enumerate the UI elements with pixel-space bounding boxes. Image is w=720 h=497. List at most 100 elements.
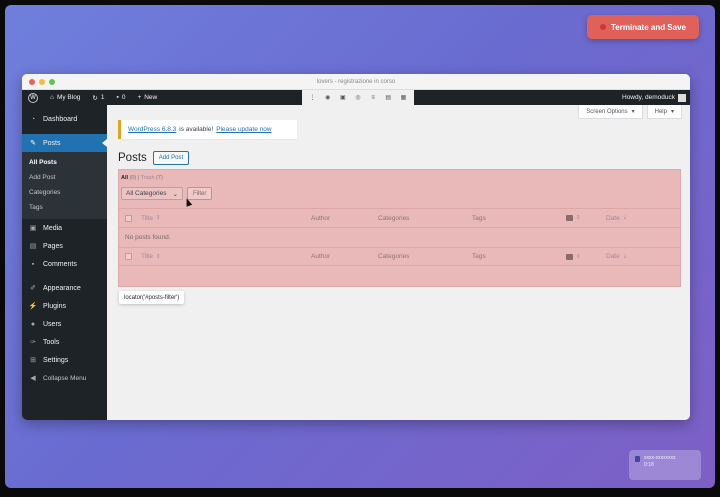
column-date-label: Date <box>606 253 620 260</box>
brush-icon: ✐ <box>30 285 36 292</box>
new-content-menu[interactable]: + New <box>131 90 163 105</box>
sidebar-item-tools[interactable]: ✑ Tools <box>22 333 107 351</box>
session-card: xxxx-xxxxxxxx 0:18 <box>629 450 701 480</box>
site-name-menu[interactable]: ⌂ My Blog <box>44 90 86 105</box>
settings-icon: ⊞ <box>30 357 36 364</box>
wp-admin-bar: W ⌂ My Blog ↻ 1 ▪ 0 + New ⋮ ◉ ▣ ◎ ≡ ▤ ▦ … <box>22 90 690 105</box>
update-now-link[interactable]: Please update now <box>216 126 271 133</box>
sort-icon: ⇕ <box>156 215 161 221</box>
tablenav-filters: All Categories ⌄ Filter <box>121 187 213 200</box>
add-post-button[interactable]: Add Post <box>152 151 190 165</box>
submenu-add-post[interactable]: Add Post <box>22 170 107 185</box>
sidebar-item-settings[interactable]: ⊞ Settings <box>22 351 107 369</box>
pick-locator-icon[interactable]: ▣ <box>339 94 346 101</box>
update-notice: WordPress 6.8.3 is available! Please upd… <box>118 120 297 139</box>
sidebar-item-label: Media <box>43 224 63 232</box>
column-title-header[interactable]: Title ⇕ <box>141 209 161 227</box>
window-title: lovers - registrazione in corso <box>316 78 396 85</box>
select-all-checkbox[interactable] <box>125 214 132 222</box>
sidebar-item-label: Appearance <box>43 284 81 292</box>
column-date-footer[interactable]: Date ⇣ <box>606 248 627 265</box>
collapse-menu-button[interactable]: ◀ Collapse Menu <box>22 369 107 387</box>
column-date-header[interactable]: Date ⇣ <box>606 209 627 227</box>
caret-down-icon: ▾ <box>670 109 674 115</box>
status-all-link[interactable]: All <box>121 175 128 181</box>
category-select-value: All Categories <box>126 190 167 197</box>
sidebar-item-label: Comments <box>43 260 77 268</box>
sort-icon: ⇕ <box>576 253 581 260</box>
table-empty-row: No posts found. <box>119 227 680 247</box>
background-stage: Terminate and Save xxxx-xxxxxxxx 0:18 lo… <box>5 5 715 488</box>
drag-handle-icon[interactable]: ⋮ <box>309 94 316 101</box>
page-title: Posts <box>118 152 147 164</box>
status-trash-link[interactable]: Trash <box>141 175 155 181</box>
sidebar-item-label: Dashboard <box>43 115 78 123</box>
column-comments-footer[interactable]: ⇕ <box>566 248 581 265</box>
wordpress-logo-icon: W <box>28 92 38 103</box>
help-label: Help <box>654 108 667 115</box>
site-name: My Blog <box>56 94 81 101</box>
avatar <box>678 93 686 102</box>
comments-menu[interactable]: ▪ 0 <box>111 90 132 105</box>
sidebar-item-comments[interactable]: ▪ Comments <box>22 255 107 273</box>
table-footer-row: Title ⇕ Author Categories Tags ⇕ Date ⇣ <box>119 247 680 266</box>
sidebar-item-label: Pages <box>43 242 63 250</box>
assert-value-icon[interactable]: ▤ <box>385 94 392 101</box>
screen-options-button[interactable]: Screen Options ▾ <box>578 105 643 119</box>
submenu-tags[interactable]: Tags <box>22 200 107 215</box>
sidebar-item-appearance[interactable]: ✐ Appearance <box>22 279 107 297</box>
submenu-all-posts[interactable]: All Posts <box>22 155 107 170</box>
wrench-icon: ✑ <box>30 339 36 346</box>
wp-logo-menu[interactable]: W <box>22 90 44 105</box>
status-trash-count: (7) <box>156 175 163 181</box>
sidebar-item-pages[interactable]: ▤ Pages <box>22 237 107 255</box>
eye-icon[interactable]: ◎ <box>354 94 361 101</box>
column-comments-header[interactable]: ⇕ <box>566 209 581 227</box>
column-categories-footer: Categories <box>378 253 410 260</box>
category-select[interactable]: All Categories ⌄ <box>121 187 183 200</box>
sidebar-item-plugins[interactable]: ⚡ Plugins <box>22 297 107 315</box>
plugin-icon: ⚡ <box>28 303 38 310</box>
pages-icon: ▤ <box>29 243 37 250</box>
sort-icon: ⇕ <box>156 253 161 260</box>
comments-icon: ▪ <box>31 260 35 268</box>
terminate-and-save-button[interactable]: Terminate and Save <box>587 15 699 39</box>
new-label: New <box>144 94 158 101</box>
sidebar-item-dashboard[interactable]: ◔ Dashboard <box>22 110 107 128</box>
column-title-footer[interactable]: Title ⇕ <box>141 248 161 265</box>
posts-submenu: All Posts Add Post Categories Tags <box>22 152 107 219</box>
session-time: 0:18 <box>644 462 654 468</box>
submenu-categories[interactable]: Categories <box>22 185 107 200</box>
updates-menu[interactable]: ↻ 1 <box>86 90 110 105</box>
updates-icon: ↻ <box>92 94 98 102</box>
media-icon: ▣ <box>29 225 37 232</box>
column-title-label: Title <box>141 253 154 260</box>
sidebar-item-label: Users <box>43 320 62 328</box>
assert-snapshot-icon[interactable]: ▦ <box>400 94 407 101</box>
pin-icon: ✎ <box>30 140 36 147</box>
sidebar-item-label: Tools <box>43 338 60 346</box>
sidebar-item-users[interactable]: ● Users <box>22 315 107 333</box>
account-menu[interactable]: Howdy, demoduck <box>622 90 686 105</box>
status-all-count: (0) <box>129 175 137 181</box>
page-heading: Posts Add Post <box>118 151 190 165</box>
filter-button[interactable]: Filter <box>187 187 213 200</box>
column-categories-header: Categories <box>378 214 410 222</box>
sidebar-item-posts[interactable]: ✎ Posts <box>22 134 107 152</box>
dashboard-icon: ◔ <box>30 115 36 123</box>
caret-down-icon: ▾ <box>631 109 635 115</box>
terminate-label: Terminate and Save <box>611 22 686 32</box>
select-all-checkbox-footer[interactable] <box>125 253 132 260</box>
comments-count: 0 <box>121 94 126 101</box>
sort-desc-icon: ⇣ <box>622 253 628 260</box>
record-target-icon[interactable]: ◉ <box>324 94 331 101</box>
wordpress-version-link[interactable]: WordPress 6.8.3 <box>128 126 176 133</box>
sort-desc-icon: ⇣ <box>622 215 628 221</box>
column-tags-footer: Tags <box>472 253 486 260</box>
howdy-text: Howdy, demoduck <box>622 94 675 101</box>
sidebar-item-media[interactable]: ▣ Media <box>22 219 107 237</box>
help-button[interactable]: Help ▾ <box>646 105 682 119</box>
session-id: xxxx-xxxxxxxx <box>644 455 676 461</box>
assert-text-icon[interactable]: ≡ <box>370 94 377 101</box>
plus-icon: + <box>137 94 142 101</box>
